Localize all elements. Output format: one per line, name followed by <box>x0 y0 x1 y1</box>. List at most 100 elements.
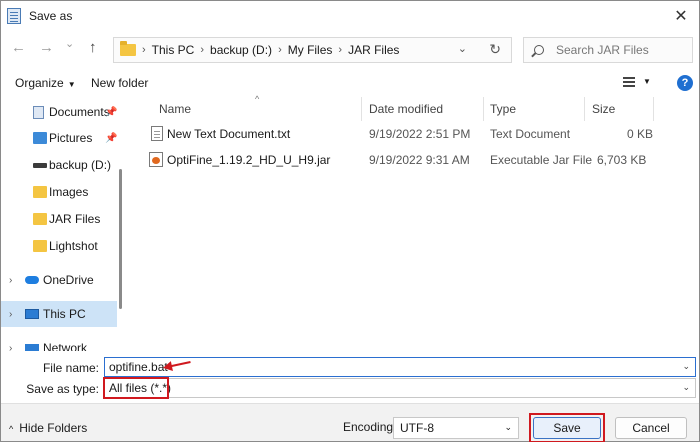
breadcrumb-my-files[interactable]: My Files <box>288 43 333 57</box>
breadcrumb-this-pc[interactable]: This PC <box>152 43 195 57</box>
organize-button[interactable]: Organize ▼ <box>15 76 76 90</box>
search-icon <box>534 45 544 55</box>
navigation-pane: Documents 📌 Pictures 📌 backup (D:) Image… <box>1 97 123 351</box>
new-folder-button[interactable]: New folder <box>91 76 148 90</box>
sidebar-item-images[interactable]: Images <box>1 179 117 205</box>
chevron-right-icon[interactable]: › <box>9 309 12 320</box>
table-row[interactable]: OptiFine_1.19.2_HD_U_H9.jar 9/19/2022 9:… <box>125 149 647 171</box>
breadcrumb-jar-files[interactable]: JAR Files <box>348 43 399 57</box>
sidebar-item-label: Documents <box>49 105 110 119</box>
sidebar-item-this-pc[interactable]: › This PC <box>1 301 117 327</box>
sidebar-item-label: OneDrive <box>43 273 94 287</box>
sidebar-item-onedrive[interactable]: › OneDrive <box>1 267 117 293</box>
chevron-right-icon[interactable]: › <box>338 44 342 56</box>
organize-label: Organize <box>15 76 64 90</box>
chevron-up-icon: ^ <box>9 424 14 434</box>
this-pc-icon <box>25 309 39 319</box>
file-type: Text Document <box>490 127 571 141</box>
sidebar-item-documents[interactable]: Documents 📌 <box>1 99 117 125</box>
type-highlight-box <box>103 377 169 399</box>
refresh-icon[interactable]: ↻ <box>489 41 501 58</box>
search-placeholder: Search JAR Files <box>556 43 649 57</box>
file-name-value[interactable]: optifine.bat <box>109 360 168 374</box>
column-divider[interactable] <box>361 97 362 121</box>
file-name: New Text Document.txt <box>167 127 291 141</box>
hide-folders-button[interactable]: ^ Hide Folders <box>9 421 87 435</box>
chevron-right-icon[interactable]: › <box>278 44 282 56</box>
sidebar-item-lightshot[interactable]: Lightshot <box>1 233 117 259</box>
documents-icon <box>33 105 44 119</box>
column-divider[interactable] <box>653 97 654 121</box>
pin-icon: 📌 <box>105 106 118 118</box>
cancel-button[interactable]: Cancel <box>615 417 687 439</box>
folder-icon <box>120 41 136 56</box>
chevron-right-icon: › <box>142 44 146 56</box>
back-arrow-icon[interactable]: ← <box>11 39 26 56</box>
chevron-down-icon[interactable]: ⌄ <box>682 361 690 372</box>
pin-icon: 📌 <box>105 132 118 144</box>
file-date: 9/19/2022 9:31 AM <box>369 153 470 167</box>
save-as-type-select[interactable]: All files (*.*) ⌄ <box>104 378 696 398</box>
file-name: OptiFine_1.19.2_HD_U_H9.jar <box>167 153 331 167</box>
column-header-name[interactable]: Name <box>159 97 191 121</box>
network-icon <box>25 343 39 351</box>
chevron-down-icon: ⌄ <box>504 422 512 432</box>
chevron-right-icon[interactable]: › <box>200 44 204 56</box>
navigation-bar: ← → ⌄ ↑ › This PC › backup (D:) › My Fil… <box>1 31 699 67</box>
sidebar-item-label: Network <box>43 341 88 351</box>
file-date: 9/19/2022 2:51 PM <box>369 127 471 141</box>
jar-file-icon <box>149 152 163 167</box>
column-header-date-modified[interactable]: Date modified <box>369 97 443 121</box>
dialog-footer: ^ Hide Folders Encoding: UTF-8 ⌄ Save Can… <box>1 403 699 442</box>
sidebar-item-label: backup (D:) <box>49 158 112 172</box>
text-file-icon <box>151 126 163 141</box>
search-input[interactable]: Search JAR Files <box>523 37 693 63</box>
sidebar-scrollbar[interactable] <box>119 169 122 309</box>
file-size: 0 KB <box>627 127 654 141</box>
forward-arrow-icon[interactable]: → <box>39 39 54 56</box>
table-row[interactable]: New Text Document.txt 9/19/2022 2:51 PM … <box>125 123 653 145</box>
column-divider[interactable] <box>584 97 585 121</box>
up-arrow-icon[interactable]: ↑ <box>89 39 97 56</box>
column-divider[interactable] <box>483 97 484 121</box>
folder-icon <box>33 186 47 198</box>
sidebar-item-pictures[interactable]: Pictures 📌 <box>1 125 117 151</box>
view-options-icon[interactable] <box>623 77 635 87</box>
column-header-type[interactable]: Type <box>490 97 516 121</box>
file-list: ^ Name Date modified Type Size New Text … <box>125 94 699 351</box>
hide-folders-label: Hide Folders <box>19 421 88 435</box>
chevron-right-icon[interactable]: › <box>9 275 12 286</box>
title-bar: Save as ✕ <box>1 1 699 31</box>
sidebar-item-network[interactable]: › Network <box>1 335 117 351</box>
address-bar[interactable]: › This PC › backup (D:) › My Files › JAR… <box>113 37 512 63</box>
save-as-type-label: Save as type: <box>26 382 99 396</box>
sort-ascending-icon: ^ <box>255 94 260 104</box>
close-button[interactable]: ✕ <box>669 5 693 27</box>
sidebar-item-label: Pictures <box>49 131 93 145</box>
help-icon[interactable]: ? <box>677 75 693 91</box>
file-name-field[interactable]: optifine.bat ⌄ <box>104 357 696 377</box>
chevron-right-icon[interactable]: › <box>9 343 12 352</box>
sidebar-item-label: JAR Files <box>49 212 101 226</box>
column-header-size[interactable]: Size <box>592 97 615 121</box>
sidebar-item-jar-files[interactable]: JAR Files <box>1 206 117 232</box>
breadcrumb-backup-drive[interactable]: backup (D:) <box>210 43 272 57</box>
sidebar-item-backup-drive[interactable]: backup (D:) <box>1 152 117 178</box>
annotation-arrow-head <box>162 361 173 373</box>
chevron-down-icon[interactable]: ⌄ <box>458 42 467 55</box>
onedrive-icon <box>25 276 39 284</box>
file-size: 6,703 KB <box>597 153 647 167</box>
chevron-down-icon[interactable]: ⌄ <box>682 382 690 393</box>
chevron-down-icon: ▼ <box>67 80 76 89</box>
chevron-down-icon[interactable]: ▼ <box>643 77 651 86</box>
recent-locations-icon[interactable]: ⌄ <box>65 37 74 50</box>
encoding-select[interactable]: UTF-8 ⌄ <box>393 417 519 439</box>
folder-icon <box>33 213 47 225</box>
file-name-label: File name: <box>42 361 99 375</box>
pictures-icon <box>33 132 47 144</box>
file-type: Executable Jar File <box>490 153 593 167</box>
encoding-label: Encoding: <box>343 420 397 434</box>
sidebar-item-label: Images <box>49 185 89 199</box>
sidebar-item-label: Lightshot <box>49 239 98 253</box>
command-bar: Organize ▼ New folder ▼ ? <box>1 69 699 97</box>
